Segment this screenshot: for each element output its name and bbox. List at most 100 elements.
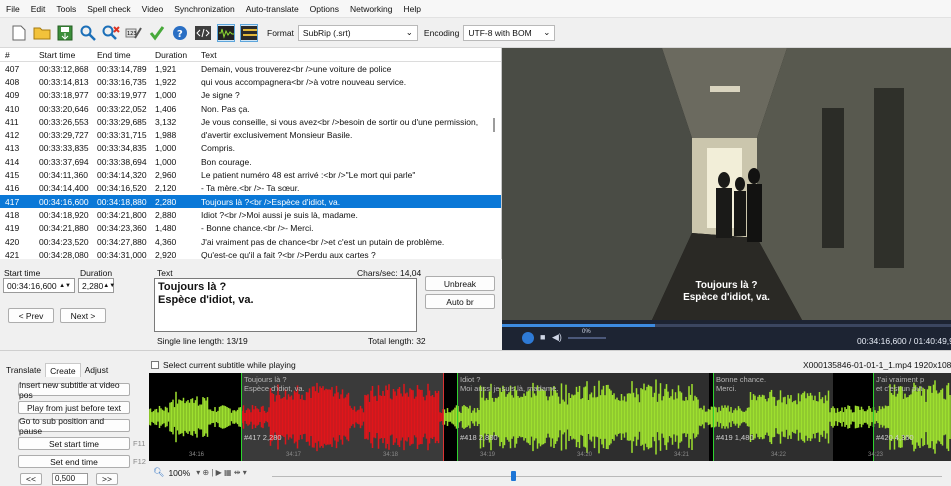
stop-icon[interactable]: ■ [540, 332, 545, 342]
menu-item[interactable]: Help [404, 4, 421, 14]
new-file-icon[interactable] [10, 24, 28, 42]
table-row[interactable]: 416 00:34:14,400 00:34:16,520 2,120 - Ta mèr… [0, 182, 501, 195]
column-header-number[interactable]: # [0, 48, 34, 61]
start-time-label: Start time [4, 268, 41, 278]
toolbar: 123 ? Format SubRip (.srt) ⌄ Encoding UTF… [0, 18, 951, 48]
column-header-text[interactable]: Text [196, 48, 501, 61]
zoom-value[interactable]: 100% [168, 468, 190, 478]
volume-slider[interactable] [568, 337, 606, 339]
tab-translate[interactable]: Translate [2, 363, 45, 377]
row-start-time: 00:34:11,360 [39, 170, 88, 181]
segment-start-marker[interactable] [873, 373, 874, 461]
subtitle-list[interactable]: # Start time End time Duration Text 407 0… [0, 48, 502, 259]
column-header-start[interactable]: Start time [34, 48, 92, 61]
row-duration: 1,000 [155, 90, 177, 101]
tab-adjust[interactable]: Adjust [81, 363, 113, 377]
waveform-segment-number: #419 1,480 [716, 433, 754, 442]
go-to-sub-position-button[interactable]: Go to sub position and pause [18, 416, 130, 436]
row-number: 419 [5, 223, 20, 234]
row-number: 407 [5, 63, 20, 74]
segment-end-marker[interactable] [443, 373, 444, 461]
table-row[interactable]: 417 00:34:16,600 00:34:18,880 2,280 Toujours… [0, 194, 501, 209]
duration-field[interactable]: 2,280 ▲▼ [78, 278, 115, 293]
play-icon[interactable] [522, 332, 534, 344]
scrollbar-thumb[interactable] [493, 118, 495, 132]
encoding-label: Encoding [423, 27, 460, 38]
zoom-dropdown-icon[interactable]: ▾ ⊕ | ▶ ▦ ⇹ ▾ [196, 468, 247, 477]
menu-item[interactable]: Spell check [87, 4, 130, 14]
row-start-time: 00:33:37,694 [39, 156, 89, 167]
save-icon[interactable] [56, 24, 74, 42]
set-start-time-button[interactable]: Set start time [18, 437, 130, 450]
waveform-segment-text: Bonne chance. Merci. [716, 375, 766, 393]
menu-item[interactable]: Auto-translate [246, 4, 299, 14]
set-end-time-button[interactable]: Set end time [18, 455, 130, 468]
segment-start-marker[interactable] [713, 373, 714, 461]
bottom-tabs: Translate Create Adjust [2, 363, 112, 377]
column-header-duration[interactable]: Duration [150, 48, 196, 61]
spinner-icon[interactable]: ▲▼ [103, 283, 115, 289]
table-row[interactable]: 421 00:34:28,080 00:34:31,000 2,920 Qu'est-c… [0, 248, 501, 259]
source-view-icon[interactable] [194, 24, 212, 42]
waveform-toggle-icon[interactable] [217, 23, 235, 42]
table-row[interactable]: 410 00:33:20,646 00:33:22,052 1,406 Non. Pas… [0, 102, 501, 115]
subtitle-list-header: # Start time End time Duration Text [0, 48, 501, 62]
table-row[interactable]: 413 00:33:33,835 00:33:34,835 1,000 Compris. [0, 142, 501, 155]
replace-icon[interactable] [102, 24, 120, 42]
insert-subtitle-button[interactable]: Insert new subtitle at video pos [18, 380, 130, 400]
audio-waveform[interactable]: Toujours là ? Espèce d'idiot, va. #417 2,2… [149, 373, 951, 461]
encoding-select[interactable]: UTF-8 with BOM ⌄ [463, 24, 556, 41]
spinner-icon[interactable]: ▲▼ [59, 283, 71, 289]
waveform-position-slider[interactable] [272, 476, 942, 477]
menu-item[interactable]: Edit [31, 4, 46, 14]
subtitle-text-editor[interactable]: Toujours là ? Espèce d'idiot, va. [154, 278, 417, 332]
segment-start-marker[interactable] [457, 373, 458, 461]
menu-item[interactable]: Options [310, 4, 339, 14]
video-toggle-icon[interactable] [240, 23, 258, 42]
format-select[interactable]: SubRip (.srt) ⌄ [297, 24, 418, 41]
table-row[interactable]: 420 00:34:23,520 00:34:27,880 4,360 J'ai vra… [0, 235, 501, 248]
menu-item[interactable]: Networking [350, 4, 393, 14]
help-icon[interactable]: ? [171, 24, 189, 42]
slider-thumb[interactable] [511, 471, 516, 481]
menu-item[interactable]: Synchronization [174, 4, 234, 14]
tab-create[interactable]: Create [45, 363, 81, 377]
table-row[interactable]: 407 00:33:12,868 00:33:14,789 1,921 Demain, … [0, 62, 501, 75]
table-row[interactable]: 419 00:34:21,880 00:34:23,360 1,480 - Bonne … [0, 222, 501, 235]
play-from-before-button[interactable]: Play from just before text [18, 401, 130, 414]
video-player[interactable]: Toujours là ? Espèce d'idiot, va. ■ ◀) 0… [502, 48, 951, 350]
table-row[interactable]: 411 00:33:26,553 00:33:29,685 3,132 Je vous … [0, 115, 501, 128]
step-value-field[interactable]: 0,500 [52, 473, 88, 485]
volume-icon[interactable]: ◀) [552, 332, 562, 343]
menu-item[interactable]: Tools [56, 4, 76, 14]
waveform-segment-line: Merci. [716, 384, 737, 393]
start-time-field[interactable]: 00:34:16,600 ▲▼ [3, 278, 75, 293]
table-row[interactable]: 414 00:33:37,694 00:33:38,694 1,000 Bon cour… [0, 155, 501, 168]
table-row[interactable]: 418 00:34:18,920 00:34:21,800 2,880 Idiot ?<… [0, 208, 501, 221]
select-while-playing-checkbox[interactable] [151, 361, 159, 369]
step-back-button[interactable]: << [20, 473, 42, 485]
spell-check-icon[interactable] [148, 24, 166, 42]
open-folder-icon[interactable] [33, 24, 51, 42]
prev-button[interactable]: < Prev [8, 308, 54, 323]
row-text: Demain, vous trouverez<br />une voiture … [201, 63, 392, 74]
menu-item[interactable]: Video [142, 4, 164, 14]
video-seek-bar[interactable] [502, 324, 951, 327]
table-row[interactable]: 412 00:33:29,727 00:33:31,715 1,988 d'averti… [0, 128, 501, 141]
table-row[interactable]: 409 00:33:18,977 00:33:19,977 1,000 Je signe… [0, 89, 501, 102]
row-text: d'avertir exclusivement Monsieur Basile. [201, 130, 353, 141]
row-start-time: 00:34:18,920 [39, 209, 89, 220]
segment-start-marker[interactable] [241, 373, 242, 461]
column-header-end[interactable]: End time [92, 48, 150, 61]
waveform-segment-number: #417 2,280 [244, 433, 282, 442]
find-icon[interactable] [79, 24, 97, 42]
table-row[interactable]: 415 00:34:11,360 00:34:14,320 2,960 Le patie… [0, 168, 501, 181]
auto-br-button[interactable]: Auto br [425, 294, 495, 309]
unbreak-button[interactable]: Unbreak [425, 276, 495, 291]
table-row[interactable]: 408 00:33:14,813 00:33:16,735 1,922 qui vous… [0, 75, 501, 88]
step-forward-button[interactable]: >> [96, 473, 118, 485]
next-button[interactable]: Next > [60, 308, 106, 323]
row-text: - Ta mère.<br />- Ta sœur. [201, 183, 300, 194]
fix-errors-icon[interactable]: 123 [125, 24, 143, 42]
menu-item[interactable]: File [6, 4, 20, 14]
